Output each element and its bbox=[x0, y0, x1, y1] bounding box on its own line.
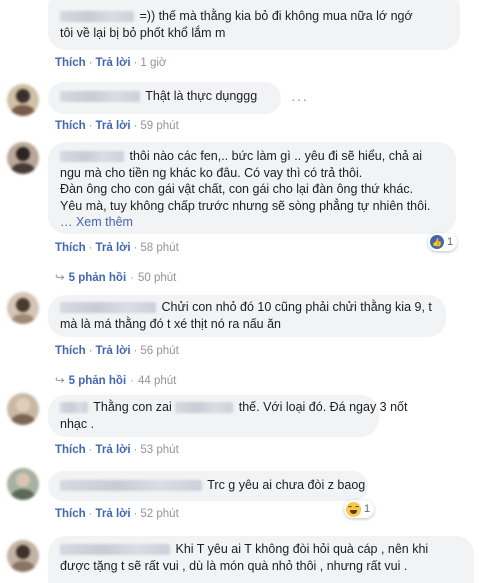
reply-link[interactable]: Trả lời bbox=[96, 444, 131, 456]
timestamp: 59 phút bbox=[140, 120, 179, 132]
comment-bubble: thôi nào các fen,.. bức làm gì .. yêu đi… bbox=[48, 142, 456, 234]
like-link[interactable]: Thích bbox=[55, 508, 86, 520]
comment-text-line: Yêu mà, tuy không chấp trước nhưng sẽ sò… bbox=[60, 198, 431, 213]
reaction-count[interactable]: 👍 1 bbox=[428, 233, 458, 251]
comment-text-line: =)) thế mà thằng kia bỏ đi không mua nữa… bbox=[60, 8, 448, 25]
more-options-icon[interactable]: ··· bbox=[291, 91, 308, 107]
avatar[interactable] bbox=[7, 142, 39, 174]
comment-text-line: Trc g yêu ai chưa đòi z baog bbox=[60, 477, 365, 494]
comment-bubble: Thằng con zai thế. Với loại đó. Đá ngay … bbox=[48, 395, 407, 437]
like-reaction-icon: 👍 bbox=[430, 235, 444, 249]
comment-meta: Thích · Trả lời · 1 giờ bbox=[55, 57, 167, 69]
avatar[interactable] bbox=[7, 84, 39, 116]
comment-meta: Thích · Trả lời · 53 phút bbox=[55, 444, 179, 456]
reaction-count[interactable]: 1 bbox=[344, 500, 375, 518]
comment-bubble: =)) thế mà thằng kia bỏ đi không mua nữa… bbox=[48, 0, 460, 50]
see-more-link[interactable]: … Xem thêm bbox=[60, 214, 444, 231]
comment-text-line: được tặng t sẽ rất vui , dù là món quà n… bbox=[60, 558, 408, 573]
comment-text: thế. Với loại đó. Đá ngay 3 nốt bbox=[238, 400, 408, 414]
redacted-name bbox=[60, 11, 134, 23]
view-replies-link[interactable]: ↪ 5 phản hồi · 44 phút bbox=[55, 373, 176, 387]
comment-meta: Thích · Trả lời · 56 phút bbox=[55, 345, 179, 357]
comment-text-line: Thật là thực dụnggg bbox=[60, 88, 269, 105]
like-link[interactable]: Thích bbox=[55, 345, 86, 357]
like-link[interactable]: Thích bbox=[55, 242, 86, 254]
view-replies-link[interactable]: ↪ 5 phản hồi · 50 phút bbox=[55, 270, 176, 284]
replies-timestamp: 44 phút bbox=[137, 375, 177, 387]
comment-text: thôi nào các fen,.. bức làm gì .. yêu đi… bbox=[129, 149, 423, 163]
comment-text-line: Thằng con zai thế. Với loại đó. Đá ngay … bbox=[60, 399, 407, 416]
avatar[interactable] bbox=[7, 393, 39, 425]
redacted-name bbox=[60, 480, 202, 492]
redacted-name bbox=[175, 402, 234, 414]
haha-reaction-icon bbox=[346, 501, 361, 517]
timestamp: 58 phút bbox=[140, 242, 179, 254]
comment-meta: Thích · Trả lời · 52 phút bbox=[55, 508, 179, 520]
redacted-name bbox=[60, 544, 170, 556]
comment-text-line: nhạc . bbox=[60, 416, 95, 431]
comment-text: Chửi con nhỏ đó 10 cũng phải chửi thằng … bbox=[161, 300, 432, 314]
replies-timestamp: 50 phút bbox=[137, 272, 177, 284]
reply-link[interactable]: Trả lời bbox=[96, 242, 131, 254]
replies-count: 5 phản hồi bbox=[68, 375, 127, 387]
comment-bubble: Chửi con nhỏ đó 10 cũng phải chửi thằng … bbox=[48, 295, 446, 337]
redacted-name bbox=[60, 402, 88, 414]
timestamp: 52 phút bbox=[140, 508, 179, 520]
comment-text-line: Đàn ông cho con gái vật chất, con gái ch… bbox=[60, 182, 414, 196]
like-link[interactable]: Thích bbox=[55, 120, 86, 132]
comment-bubble: Khi T yêu ai T không đòi hỏi quà cáp , n… bbox=[48, 536, 474, 583]
redacted-name bbox=[60, 91, 140, 103]
comment-text: Thật là thực dụnggg bbox=[145, 89, 258, 103]
redacted-name bbox=[60, 151, 124, 163]
like-link[interactable]: Thích bbox=[55, 57, 86, 69]
reaction-number: 1 bbox=[364, 503, 371, 515]
comment-text: Khi T yêu ai T không đòi hỏi quà cáp , n… bbox=[175, 542, 429, 556]
comment-text-line: mà là má thằng đó t xé thịt nó ra nấu ăn bbox=[60, 316, 281, 331]
comment-text: Trc g yêu ai chưa đòi z baog bbox=[207, 478, 366, 492]
timestamp: 53 phút bbox=[140, 444, 179, 456]
reply-arrow-icon: ↪ bbox=[55, 272, 65, 284]
replies-count: 5 phản hồi bbox=[68, 272, 127, 284]
timestamp: 56 phút bbox=[140, 345, 179, 357]
reply-link[interactable]: Trả lời bbox=[96, 57, 131, 69]
comment-text-line: thôi nào các fen,.. bức làm gì .. yêu đi… bbox=[60, 148, 444, 165]
comment-bubble: Thật là thực dụnggg bbox=[48, 82, 281, 114]
comment-meta: Thích · Trả lời · 59 phút bbox=[55, 120, 179, 132]
reply-link[interactable]: Trả lời bbox=[96, 508, 131, 520]
reply-link[interactable]: Trả lời bbox=[96, 120, 131, 132]
comment-text-line: Khi T yêu ai T không đòi hỏi quà cáp , n… bbox=[60, 541, 462, 558]
comment-text-line: tôi về lại bị bỏ phốt khổ lắm m bbox=[60, 25, 226, 40]
comment-bubble: Trc g yêu ai chưa đòi z baog bbox=[48, 471, 368, 501]
reaction-number: 1 bbox=[447, 236, 454, 248]
reply-link[interactable]: Trả lời bbox=[96, 345, 131, 357]
comment-text: =)) thế mà thằng kia bỏ đi không mua nữa… bbox=[139, 9, 413, 23]
avatar[interactable] bbox=[7, 292, 39, 324]
avatar[interactable] bbox=[7, 468, 39, 500]
comment-text: Thằng con zai bbox=[93, 400, 172, 414]
timestamp: 1 giờ bbox=[140, 57, 167, 69]
redacted-name bbox=[60, 302, 156, 314]
avatar[interactable] bbox=[7, 540, 39, 572]
like-link[interactable]: Thích bbox=[55, 444, 86, 456]
comment-text-line: Chửi con nhỏ đó 10 cũng phải chửi thằng … bbox=[60, 299, 434, 316]
reply-arrow-icon: ↪ bbox=[55, 375, 65, 387]
comment-text-line: ngu mà cho tiền ng khác ko đâu. Có vay t… bbox=[60, 165, 363, 180]
comment-meta: Thích · Trả lời · 58 phút bbox=[55, 242, 179, 254]
